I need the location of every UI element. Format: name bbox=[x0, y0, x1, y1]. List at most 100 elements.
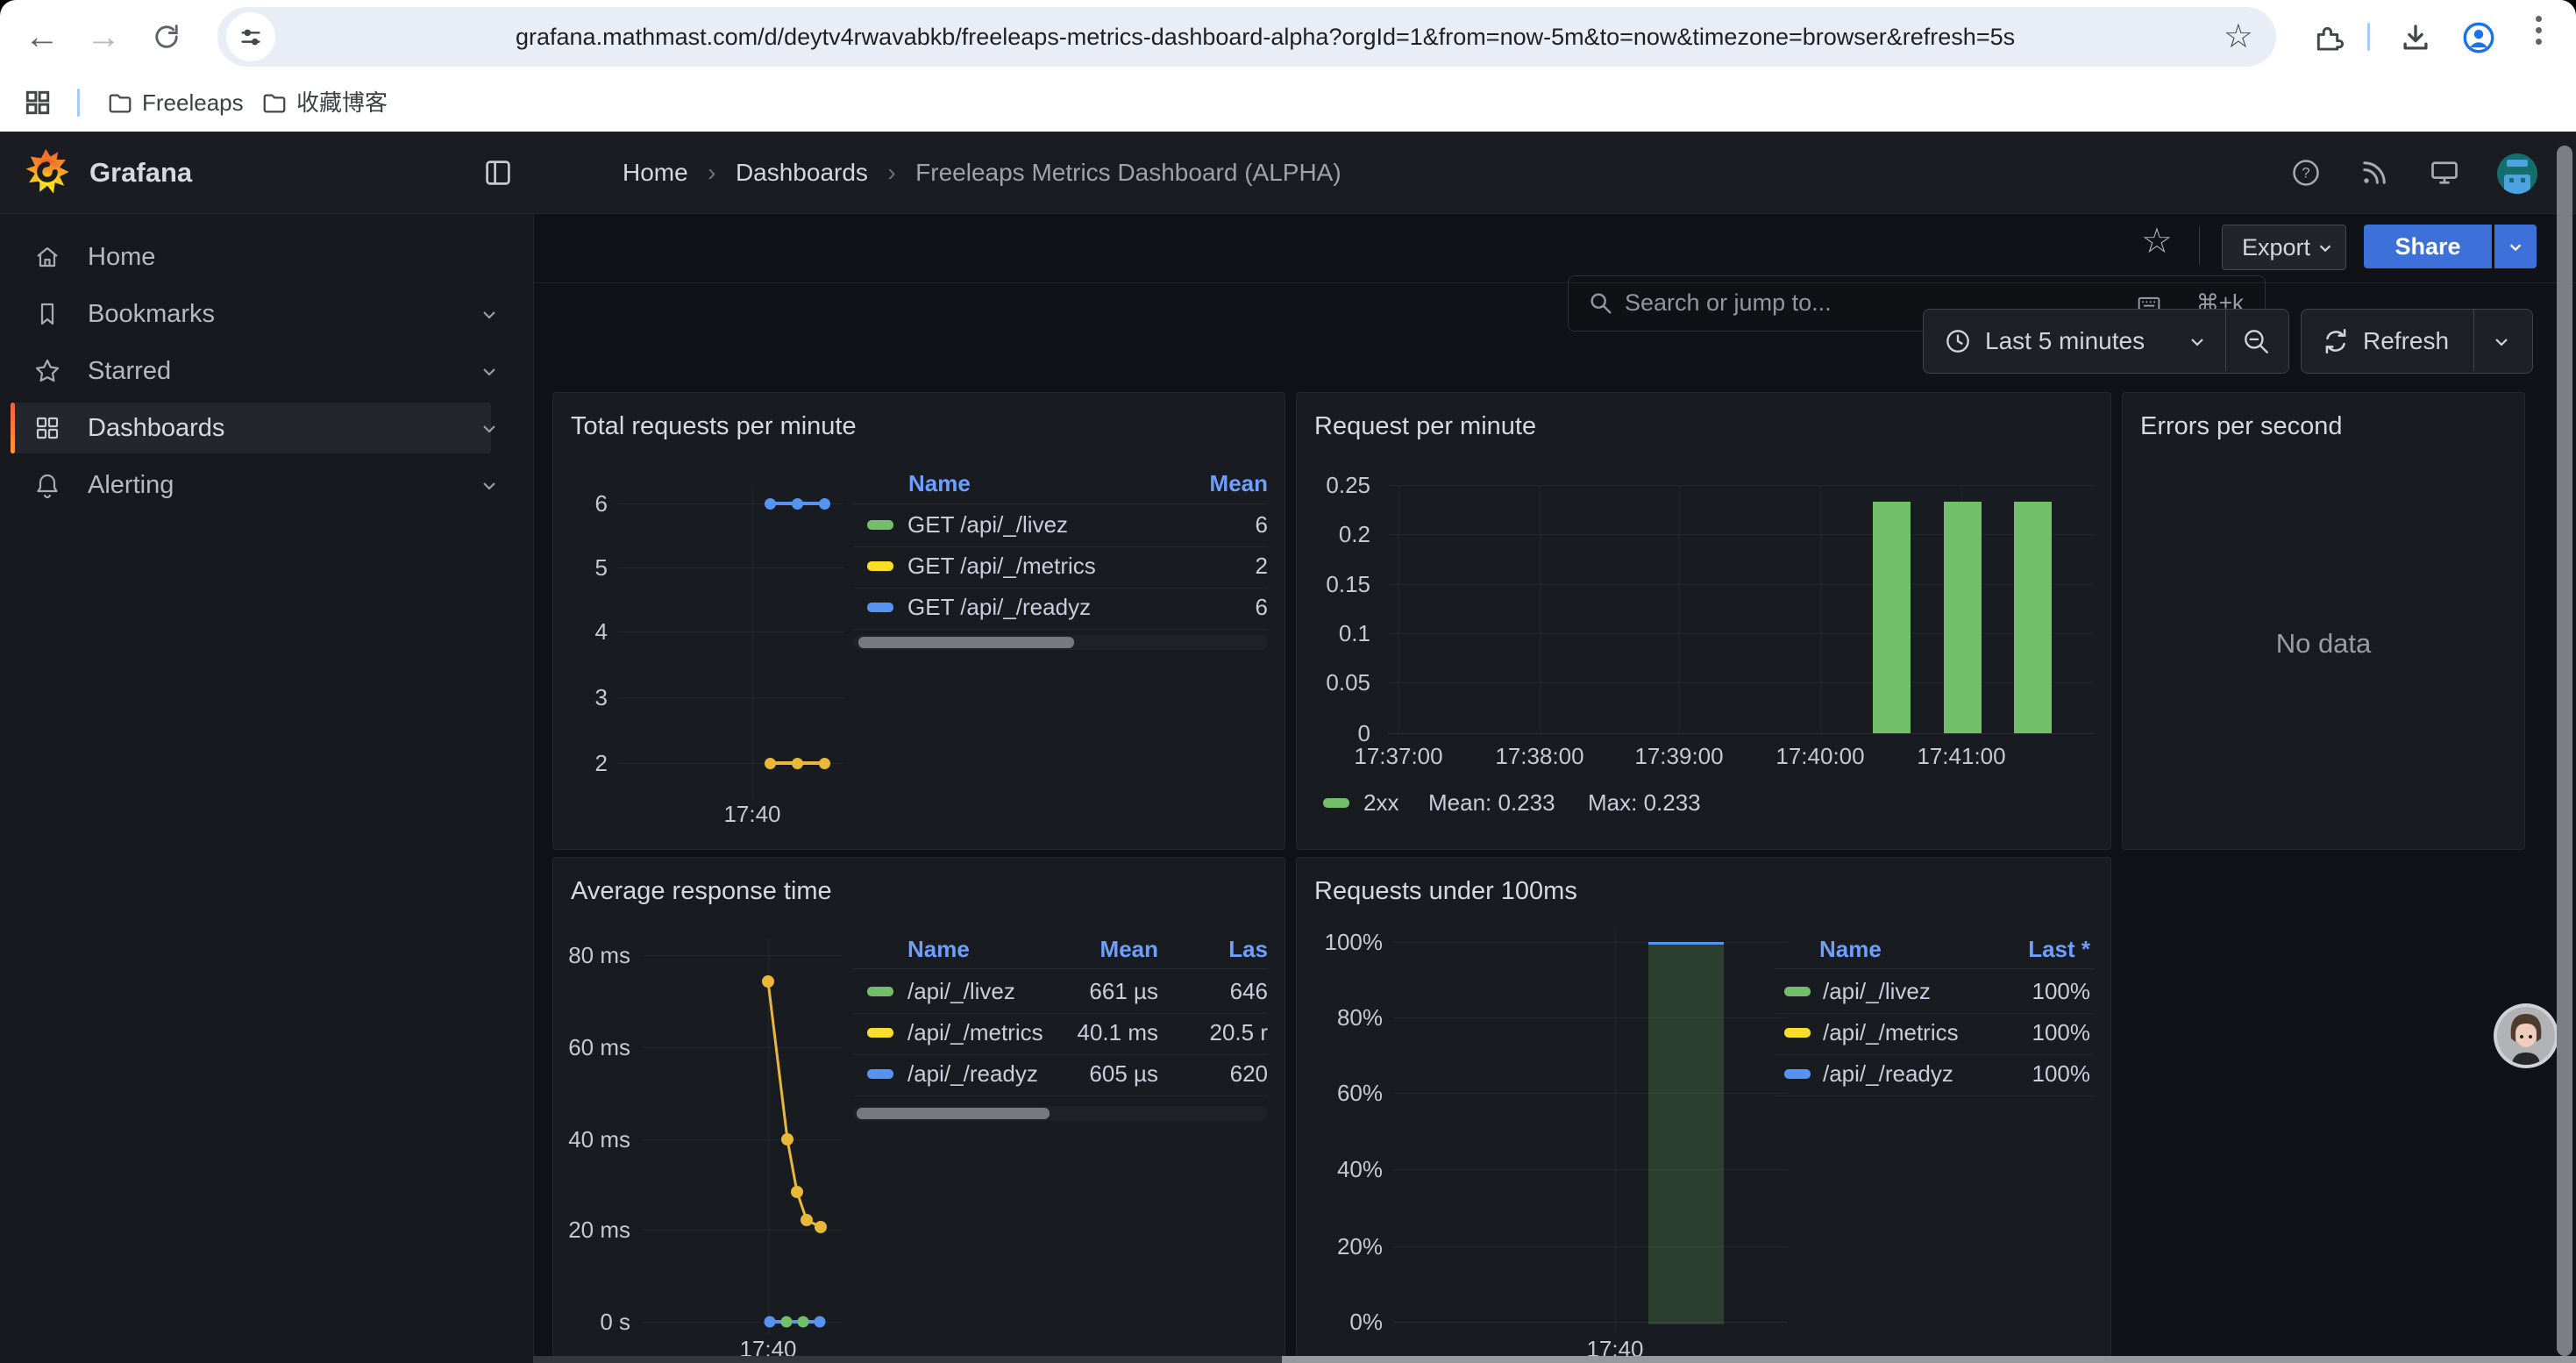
zoom-out-icon[interactable] bbox=[2241, 326, 2271, 356]
chevron-down-icon[interactable] bbox=[480, 363, 498, 381]
chevron-down-icon[interactable] bbox=[480, 306, 498, 324]
bookmark-item[interactable]: Freeleaps bbox=[142, 74, 244, 132]
apps-grid-icon[interactable] bbox=[23, 88, 53, 122]
grafana-sidebar: Home Bookmarks Starred Dashboards Alerti… bbox=[0, 214, 534, 1363]
time-range-picker[interactable]: Last 5 minutes bbox=[1985, 310, 2145, 373]
chevron-down-icon bbox=[2508, 239, 2523, 255]
rss-icon[interactable] bbox=[2359, 157, 2390, 193]
breadcrumb-home[interactable]: Home bbox=[623, 159, 688, 186]
legend-header-last[interactable]: Last * bbox=[1989, 936, 2090, 962]
bookmark-item[interactable]: 收藏博客 bbox=[296, 74, 388, 132]
horizontal-scrollbar-track[interactable] bbox=[533, 1356, 2576, 1363]
y-tick: 6 bbox=[562, 489, 608, 517]
panel-title[interactable]: Errors per second bbox=[2140, 412, 2343, 441]
panel-under-100ms[interactable]: Requests under 100ms 100% 80% 60% 40% 20… bbox=[1296, 857, 2111, 1357]
series-swatch bbox=[1784, 1028, 1811, 1038]
share-button[interactable]: Share bbox=[2364, 225, 2492, 268]
reload-icon[interactable] bbox=[151, 21, 182, 57]
legend-row-name[interactable]: /api/_/metrics bbox=[1823, 1019, 1959, 1045]
forward-icon[interactable]: → bbox=[77, 0, 130, 74]
legend-row-name[interactable]: /api/_/readyz bbox=[1823, 1060, 1953, 1087]
legend-row-name[interactable]: /api/_/livez bbox=[1823, 978, 1931, 1004]
panel-title[interactable]: Total requests per minute bbox=[571, 412, 857, 441]
legend-header-name[interactable]: Name bbox=[1819, 936, 1882, 962]
bookmark-icon bbox=[33, 300, 61, 328]
extensions-icon[interactable] bbox=[2311, 21, 2345, 59]
legend-header-last[interactable]: Las bbox=[1198, 936, 1268, 962]
legend-header-mean[interactable]: Mean bbox=[1027, 936, 1158, 962]
refresh-icon[interactable] bbox=[2321, 326, 2351, 356]
time-range-group: Last 5 minutes bbox=[1923, 309, 2289, 374]
refresh-interval-dropdown[interactable] bbox=[2493, 333, 2510, 351]
bookmark-star-icon[interactable]: ☆ bbox=[2224, 7, 2253, 67]
sidebar-item-starred[interactable]: Starred bbox=[11, 346, 491, 396]
legend-row-value: 6 bbox=[1198, 594, 1268, 620]
vertical-scrollbar[interactable] bbox=[2557, 146, 2572, 1356]
legend-header-name[interactable]: Name bbox=[907, 936, 970, 962]
bookmarks-divider bbox=[77, 89, 80, 117]
url-text[interactable]: grafana.mathmast.com/d/deytv4rwavabkb/fr… bbox=[516, 7, 2015, 67]
toolbar-border bbox=[533, 282, 2576, 283]
legend-header-name[interactable]: Name bbox=[908, 470, 971, 496]
bar-2xx bbox=[2014, 502, 2052, 733]
panel-avg-response-time[interactable]: Average response time 80 ms 60 ms 40 ms … bbox=[552, 857, 1285, 1357]
panel-request-per-minute[interactable]: Request per minute 0.25 0.2 0.15 0.1 0.0… bbox=[1296, 392, 2111, 850]
legend-row-value: 6 bbox=[1198, 511, 1268, 538]
series-swatch bbox=[1323, 798, 1349, 808]
chevron-down-icon[interactable] bbox=[2188, 333, 2206, 351]
legend-row-name[interactable]: /api/_/readyz bbox=[907, 1060, 1038, 1087]
panel-title[interactable]: Request per minute bbox=[1314, 412, 1536, 441]
legend-header-mean[interactable]: Mean bbox=[1198, 470, 1268, 496]
x-tick: 17:38:00 bbox=[1478, 742, 1601, 770]
x-tick: 17:37:00 bbox=[1337, 742, 1460, 770]
sidebar-item-home[interactable]: Home bbox=[11, 232, 491, 282]
y-tick: 80% bbox=[1304, 1003, 1383, 1031]
legend-row-name[interactable]: GET /api/_/metrics bbox=[907, 553, 1096, 579]
menu-kebab-icon[interactable] bbox=[2529, 11, 2548, 50]
export-button[interactable]: Export bbox=[2222, 225, 2346, 270]
breadcrumb-page-title: Freeleaps Metrics Dashboard (ALPHA) bbox=[915, 159, 1341, 186]
assistant-avatar[interactable] bbox=[2492, 1002, 2560, 1074]
series-swatch bbox=[867, 603, 893, 612]
user-avatar[interactable] bbox=[2497, 153, 2537, 194]
legend-row-name[interactable]: /api/_/metrics bbox=[907, 1019, 1043, 1045]
sidebar-item-alerting[interactable]: Alerting bbox=[11, 460, 491, 510]
share-dropdown-button[interactable] bbox=[2494, 225, 2537, 268]
dashboards-grid-icon bbox=[33, 414, 61, 442]
chevron-down-icon[interactable] bbox=[480, 420, 498, 438]
chevron-down-icon[interactable] bbox=[480, 477, 498, 495]
monitor-icon[interactable] bbox=[2429, 157, 2460, 193]
legend-row-name[interactable]: GET /api/_/readyz bbox=[907, 594, 1091, 620]
refresh-button[interactable]: Refresh bbox=[2363, 310, 2449, 373]
download-icon[interactable] bbox=[2399, 21, 2432, 59]
panel-errors-per-second[interactable]: Errors per second No data bbox=[2122, 392, 2525, 850]
url-bar[interactable]: grafana.mathmast.com/d/deytv4rwavabkb/fr… bbox=[217, 7, 2276, 67]
help-icon[interactable]: ? bbox=[2290, 157, 2322, 193]
profile-icon[interactable] bbox=[2460, 19, 2497, 61]
area-series bbox=[1648, 942, 1724, 1324]
horizontal-scrollbar-thumb[interactable] bbox=[1282, 1356, 2576, 1363]
refresh-group: Refresh bbox=[2301, 309, 2533, 374]
y-tick: 0.2 bbox=[1309, 520, 1370, 548]
breadcrumb-dashboards[interactable]: Dashboards bbox=[736, 159, 868, 186]
legend-row-name[interactable]: /api/_/livez bbox=[907, 978, 1015, 1004]
sidebar-toggle-icon[interactable] bbox=[482, 157, 514, 193]
brand-title[interactable]: Grafana bbox=[89, 132, 192, 213]
sidebar-item-bookmarks[interactable]: Bookmarks bbox=[11, 289, 491, 339]
grafana-logo[interactable] bbox=[23, 147, 72, 201]
site-settings-icon[interactable] bbox=[226, 12, 275, 61]
panel-total-requests[interactable]: Total requests per minute 6 5 4 3 2 17:4… bbox=[552, 392, 1285, 850]
sidebar-item-dashboards[interactable]: Dashboards bbox=[11, 403, 491, 453]
legend-scrollbar[interactable] bbox=[853, 635, 1268, 650]
y-tick: 3 bbox=[562, 683, 608, 711]
back-icon[interactable]: ← bbox=[16, 0, 68, 74]
legend-series-label[interactable]: 2xx bbox=[1363, 789, 1398, 816]
favorite-star-icon[interactable]: ☆ bbox=[2141, 221, 2173, 261]
y-tick: 0.1 bbox=[1309, 619, 1370, 647]
y-tick: 0.15 bbox=[1309, 570, 1370, 598]
legend-scrollbar[interactable] bbox=[853, 1106, 1268, 1121]
response-time-chart bbox=[553, 858, 851, 1356]
panel-title[interactable]: Requests under 100ms bbox=[1314, 877, 1577, 906]
series-swatch bbox=[1784, 1069, 1811, 1079]
legend-row-name[interactable]: GET /api/_/livez bbox=[907, 511, 1068, 538]
